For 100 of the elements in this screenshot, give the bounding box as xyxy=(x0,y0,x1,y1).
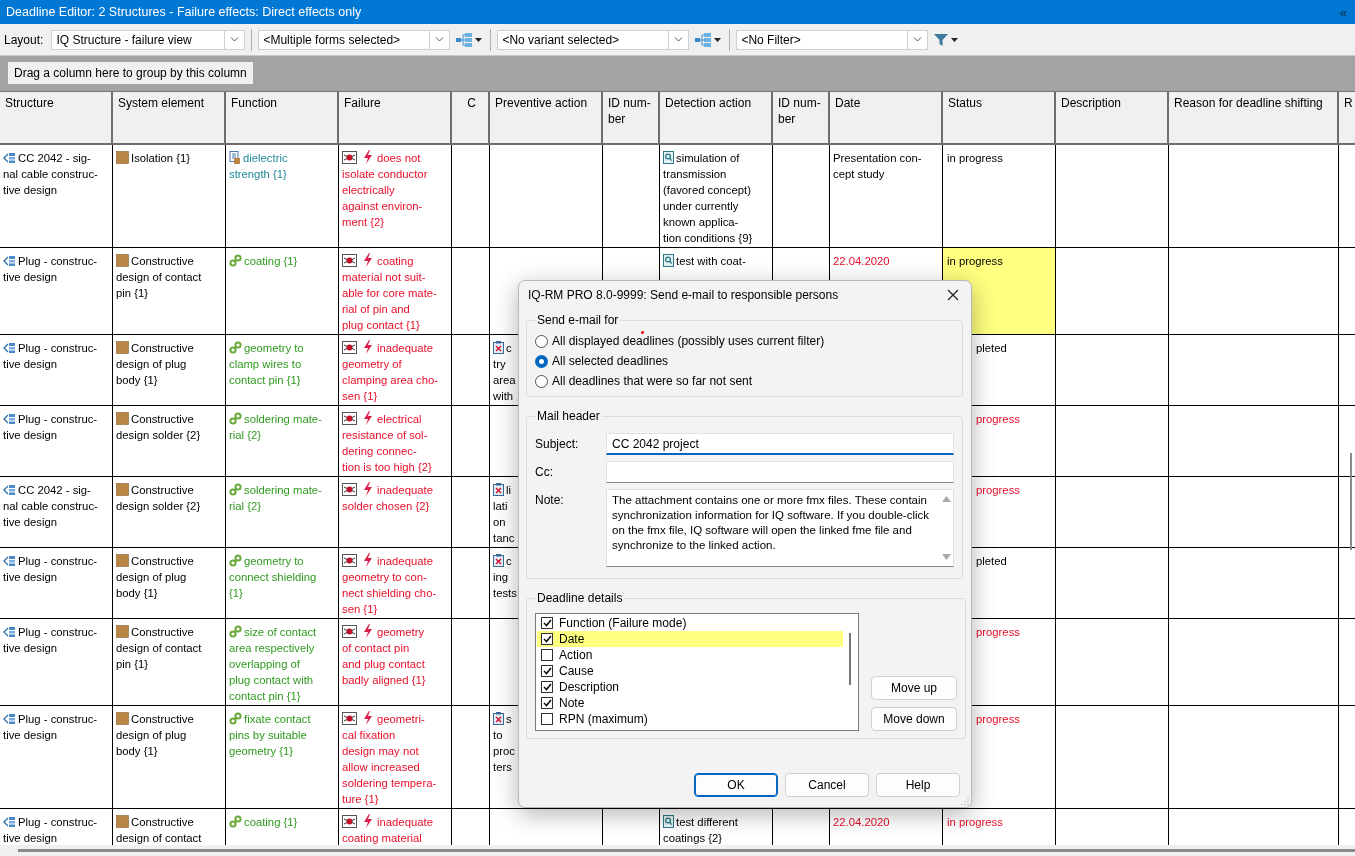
failure-text: coating xyxy=(377,254,414,269)
preventive-action-text: c xyxy=(506,341,512,356)
preventive-action-text: to proc ters xyxy=(493,728,515,775)
group-legend: Deadline details xyxy=(535,591,625,605)
function-text: rial {2} xyxy=(229,428,262,443)
function-text: pins by suitable geometry {1} xyxy=(229,728,307,759)
function-text: rial {2} xyxy=(229,499,262,514)
structure-text: tive design xyxy=(3,831,57,845)
list-item[interactable]: Note xyxy=(537,695,843,711)
preventive-action-text: s xyxy=(506,712,512,727)
date-text: Presentation con- xyxy=(833,151,922,166)
structure-text: Plug - construc- xyxy=(18,254,98,269)
failure-text: material not suit- able for core mate- rial of pin and plug contact {1} xyxy=(342,270,437,333)
radio-label: All deadlines that were so far not sent xyxy=(552,374,753,388)
structure-text: tive design xyxy=(3,270,57,285)
detection-action-text: coatings {2} xyxy=(663,831,723,845)
status-text: in progress xyxy=(946,151,1003,166)
system-element-text: Constructive xyxy=(131,254,194,269)
dropdown-field[interactable]: <Multiple forms selected> xyxy=(258,29,451,50)
list-item[interactable]: Description xyxy=(537,679,843,695)
structure-text: tive design xyxy=(3,428,57,443)
status-text: in progress xyxy=(946,815,1003,830)
group-legend: Mail header xyxy=(535,409,602,423)
structure-text: Plug - construc- xyxy=(18,712,98,727)
detection-action-text: test different xyxy=(676,815,738,830)
dropdown-field[interactable]: <No Filter> xyxy=(736,29,929,50)
function-text: soldering mate- xyxy=(244,412,322,427)
structure-text: CC 2042 - sig- xyxy=(18,483,91,498)
failure-text: isolate conductor electrically against environ- ment {2} xyxy=(342,167,428,230)
structure-text: nal cable construc- tive design xyxy=(3,499,98,530)
move-down-button[interactable]: Move down xyxy=(871,707,957,731)
system-element-text: Isolation {1} xyxy=(131,151,191,166)
failure-text: geometry of clamping area cho- sen {1} xyxy=(342,357,439,404)
status-text: progress xyxy=(975,483,1020,498)
system-element-text: design of contact xyxy=(116,831,202,845)
status-text: in progress xyxy=(946,254,1003,269)
system-element-text: Constructive xyxy=(131,554,194,569)
list-item[interactable]: Cause xyxy=(537,663,843,679)
function-text: size of contact xyxy=(244,625,317,640)
dropdown-field[interactable]: <No variant selected> xyxy=(497,29,690,50)
system-element-text: design of plug body {1} xyxy=(116,728,187,759)
system-element-text: Constructive xyxy=(131,625,194,640)
status-text: progress xyxy=(975,712,1020,727)
failure-text: resistance of sol- dering connec- tion is too high {2} xyxy=(342,428,432,475)
failure-text: of contact pin and plug contact badly aligned {1} xyxy=(342,641,426,688)
system-element-text: design of contact pin {1} xyxy=(116,641,202,672)
cc-label: Cc: xyxy=(535,464,554,479)
preventive-action-text: try area with xyxy=(493,357,516,404)
status-text: pleted xyxy=(975,554,1007,569)
failure-text: inadequate xyxy=(377,815,433,830)
status-text: progress xyxy=(975,412,1020,427)
failure-text: solder chosen {2} xyxy=(342,499,430,514)
failure-text: geometry to con- nect shielding cho- sen {1} xyxy=(342,570,437,617)
subject-label: Subject: xyxy=(535,436,580,451)
failure-text: inadequate xyxy=(377,483,433,498)
dialog-title: IQ-RM PRO 8.0-9999: Send e-mail to responsible persons xyxy=(528,288,839,302)
list-item[interactable]: Date xyxy=(537,631,843,647)
detection-action-text: test with coat- xyxy=(676,254,746,269)
dialog-button[interactable]: Help xyxy=(876,773,960,797)
system-element-text: Constructive xyxy=(131,341,194,356)
system-element-text: design of contact pin {1} xyxy=(116,270,202,301)
function-text: geometry to xyxy=(244,341,304,356)
system-element-text: Constructive xyxy=(131,712,194,727)
function-text: coating {1} xyxy=(244,254,298,269)
note-label: Note: xyxy=(535,492,565,507)
function-text: connect shielding {1} xyxy=(229,570,317,601)
failure-text: electrical xyxy=(377,412,422,427)
list-item[interactable]: Action xyxy=(537,647,843,663)
radio-label: All displayed deadlines (possibly uses current filter) xyxy=(552,334,825,348)
dialog-button[interactable]: OK xyxy=(694,773,778,797)
group-legend: Send e-mail for xyxy=(535,313,621,327)
system-element-text: design solder {2} xyxy=(116,428,201,443)
subject-field[interactable]: CC 2042 project xyxy=(606,433,954,455)
preventive-action-text: c xyxy=(506,554,512,569)
function-text: soldering mate- xyxy=(244,483,322,498)
structure-text: nal cable construc- tive design xyxy=(3,167,98,198)
detection-action-text: simulation of xyxy=(676,151,740,166)
system-element-text: Constructive xyxy=(131,483,194,498)
failure-text: geometry xyxy=(377,625,425,640)
list-item[interactable]: RPN (maximum) xyxy=(537,711,843,727)
status-text: pleted xyxy=(975,341,1007,356)
date-text: 22.04.2020 xyxy=(833,815,890,830)
structure-text: tive design xyxy=(3,570,57,585)
function-text: geometry to xyxy=(244,554,304,569)
move-up-button[interactable]: Move up xyxy=(871,676,957,700)
failure-text: geometri- xyxy=(377,712,425,727)
dialog-button[interactable]: Cancel xyxy=(785,773,869,797)
date-text: 22.04.2020 xyxy=(833,254,890,269)
failure-text: inadequate xyxy=(377,341,433,356)
function-text: coating {1} xyxy=(244,815,298,830)
system-element-text: Constructive xyxy=(131,815,194,830)
system-element-text: design solder {2} xyxy=(116,499,201,514)
group-hint: Drag a column here to group by this column xyxy=(8,62,253,84)
list-item[interactable]: Function (Failure mode) xyxy=(537,615,843,631)
structure-text: Plug - construc- xyxy=(18,554,98,569)
preventive-action-text: ing tests xyxy=(493,570,517,601)
failure-text: does not xyxy=(377,151,421,166)
structure-text: CC 2042 - sig- xyxy=(18,151,91,166)
dropdown-field[interactable]: IQ Structure - failure view xyxy=(51,29,246,50)
detection-action-text: transmission (favored concept) under currently known applica- tion conditions {9} xyxy=(663,167,753,246)
